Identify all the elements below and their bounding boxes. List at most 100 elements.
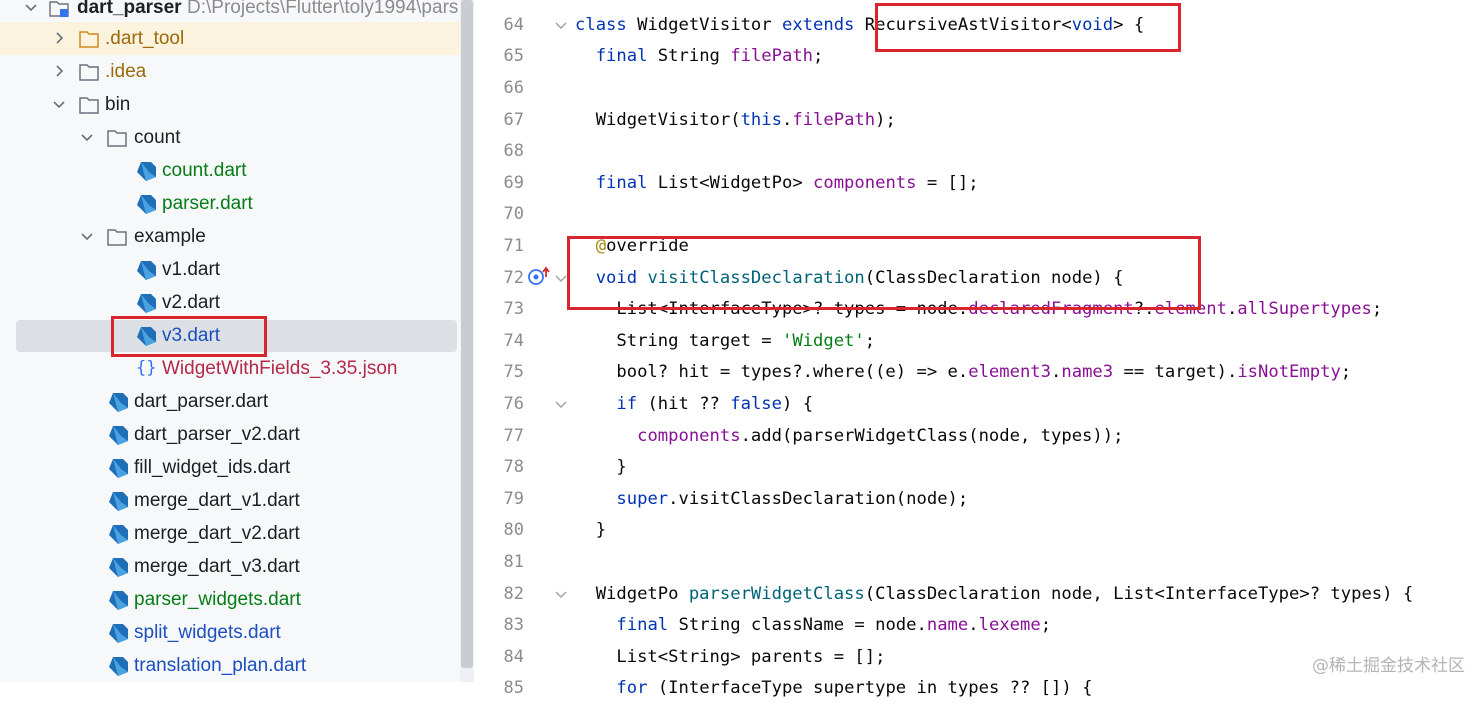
code-line[interactable]: final String filePath; [575, 41, 824, 73]
line-number: 84 [503, 646, 524, 667]
code-token: ; [1340, 362, 1352, 383]
chevron-down-icon[interactable] [50, 88, 68, 121]
line-number: 65 [503, 46, 524, 67]
line-number: 64 [503, 14, 524, 35]
tree-row-parser-widgets[interactable]: parser_widgets.dart [0, 583, 460, 616]
code-line[interactable]: } [575, 452, 627, 484]
tree-row-merge-v1[interactable]: merge_dart_v1.dart [0, 484, 460, 517]
tree-item-label: merge_dart_v2.dart [134, 523, 300, 544]
chevron-down-icon[interactable] [78, 220, 96, 253]
line-number: 71 [503, 236, 524, 256]
code-token: (ClassDeclaration node, List<InterfaceTy… [864, 583, 1414, 604]
tree-row-dart-tool[interactable]: .dart_tool [0, 22, 460, 55]
code-token: ); [875, 109, 896, 130]
line-number: 68 [503, 141, 524, 162]
folder-icon [106, 226, 128, 248]
folder-icon [106, 127, 128, 149]
dart-file-icon [135, 259, 157, 281]
code-line[interactable]: final String className = node.name.lexem… [575, 610, 1051, 642]
line-number: 73 [503, 299, 524, 320]
code-token: (hit ?? [647, 394, 731, 414]
dart-file-icon [135, 193, 157, 215]
fold-chevron-icon[interactable] [553, 579, 569, 611]
chevron-down-icon[interactable] [78, 121, 96, 154]
chevron-right-icon[interactable] [50, 22, 68, 55]
code-token: . [968, 615, 979, 636]
chevron-right-icon[interactable] [50, 55, 68, 88]
tree-row-parser-dart[interactable]: parser.dart [0, 187, 460, 220]
fold-chevron-icon[interactable] [553, 389, 569, 421]
tree-row-idea[interactable]: .idea [0, 55, 460, 88]
tree-row-merge-v2[interactable]: merge_dart_v2.dart [0, 517, 460, 550]
code-line[interactable]: for (InterfaceType supertype in types ??… [575, 673, 1092, 705]
line-number: 75 [503, 362, 524, 383]
tree-row-count-dart[interactable]: count.dart [0, 154, 460, 187]
tree-row-merge-v3[interactable]: merge_dart_v3.dart [0, 550, 460, 583]
fold-chevron-icon[interactable] [553, 10, 569, 42]
tree-row-bin[interactable]: bin [0, 88, 460, 121]
tree-row-count[interactable]: count [0, 121, 460, 154]
line-number: 72 [503, 267, 524, 288]
code-token: isNotEmpty [1237, 362, 1341, 383]
code-line[interactable]: } [575, 515, 606, 547]
chevron-down-icon[interactable] [22, 0, 40, 24]
dart-file-icon [107, 457, 129, 479]
tree-row-split-widgets[interactable]: split_widgets.dart [0, 616, 460, 649]
code-token: = []; [916, 172, 979, 193]
code-token: for [616, 678, 658, 699]
code-token: } [575, 520, 607, 541]
code-line[interactable]: components.add(parserWidgetClass(node, t… [575, 421, 1123, 453]
code-line[interactable]: final List<WidgetPo> components = []; [575, 168, 979, 200]
line-number: 69 [503, 172, 524, 193]
line-number: 78 [503, 457, 524, 478]
code-token: String target = [575, 330, 782, 351]
code-line[interactable]: super.visitClassDeclaration(node); [575, 484, 968, 516]
highlight-box-v3-dart [111, 316, 267, 357]
line-number: 83 [503, 615, 524, 636]
watermark: @稀土掘金技术社区 [1312, 656, 1465, 676]
code-token: == target). [1113, 362, 1238, 383]
code-line[interactable]: bool? hit = types?.where((e) => e.elemen… [575, 357, 1351, 389]
tree-item-label: translation_plan.dart [134, 655, 307, 676]
code-line[interactable]: String target = 'Widget'; [575, 326, 875, 358]
code-token: WidgetVisitor [637, 14, 782, 35]
tree-row-v2-dart[interactable]: v2.dart [0, 286, 460, 319]
code-token: 'Widget' [781, 330, 865, 351]
dart-file-icon [107, 490, 129, 512]
code-token: final [616, 615, 679, 636]
override-gutter-icon[interactable] [527, 265, 553, 287]
dart-file-icon [107, 655, 129, 677]
code-token: } [575, 457, 627, 478]
code-token: bool? hit = types?.where((e) => e. [575, 362, 969, 383]
code-line[interactable]: if (hit ?? false) { [575, 389, 813, 421]
code-token: this [740, 109, 782, 130]
code-line[interactable]: WidgetVisitor(this.filePath); [575, 105, 896, 137]
dart-file-icon [107, 622, 129, 644]
tree-item-label: dart_parser_v2.dart [134, 424, 300, 445]
module-folder-icon [48, 0, 70, 19]
tree-row-example[interactable]: example [0, 220, 460, 253]
dart-file-icon [107, 556, 129, 578]
code-token: .visitClassDeclaration(node); [668, 488, 969, 509]
tree-row-v1-dart[interactable]: v1.dart [0, 253, 460, 286]
tree-item-label: bin [105, 94, 131, 115]
code-token: ; [1371, 299, 1383, 320]
tree-row-dart-parser[interactable]: dart_parser.dart [0, 385, 460, 418]
tree-row-dart-parser-v2[interactable]: dart_parser_v2.dart [0, 418, 460, 451]
tree-row-root[interactable]: dart_parser D:\Projects\Flutter\toly1994… [0, 0, 460, 24]
code-line[interactable]: WidgetPo parserWidgetClass(ClassDeclarat… [575, 579, 1414, 611]
tree-item-label: split_widgets.dart [134, 622, 281, 643]
code-token: components [813, 172, 917, 193]
code-token: extends [781, 14, 865, 35]
tree-row-translation-plan[interactable]: translation_plan.dart [0, 649, 460, 682]
tree-scrollbar-thumb[interactable] [461, 0, 473, 668]
tree-row-fill-widget-ids[interactable]: fill_widget_ids.dart [0, 451, 460, 484]
highlight-box-visit-class-declaration [567, 236, 1201, 310]
tree-root-label: dart_parser [77, 0, 182, 18]
code-token: WidgetPo [575, 583, 689, 604]
code-line[interactable]: List<String> parents = []; [575, 642, 885, 674]
line-number: 81 [503, 552, 524, 572]
